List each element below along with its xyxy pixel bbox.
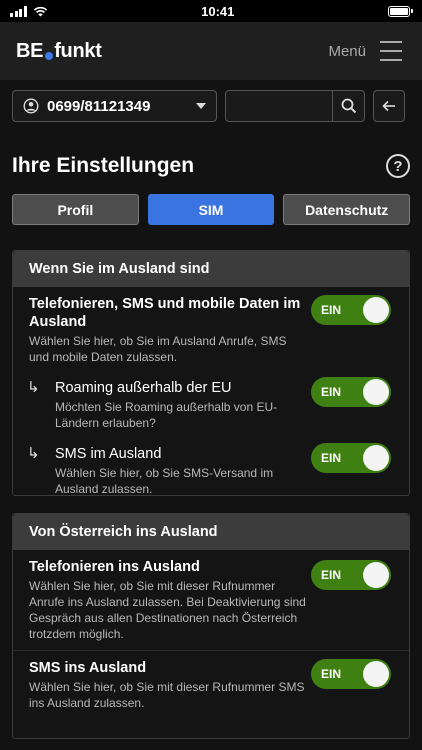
toggle-roaming-non-eu[interactable]: EIN — [311, 377, 391, 407]
toggle-sms-to-abroad[interactable]: EIN — [311, 659, 391, 689]
search-group — [225, 90, 365, 122]
toggle-calls-abroad[interactable]: EIN — [311, 560, 391, 590]
logo-dot — [45, 52, 54, 60]
status-left — [10, 5, 48, 17]
account-toolbar: 0699/81121349 — [12, 90, 410, 122]
setting-roaming-non-eu: ↳ Roaming außerhalb der EU Möchten Sie R… — [13, 375, 409, 435]
signal-icon — [10, 5, 27, 17]
toggle-roaming-all[interactable]: EIN — [311, 295, 391, 325]
hamburger-icon — [380, 41, 402, 61]
setting-title: SMS ins Ausland — [29, 660, 147, 676]
tab-sim[interactable]: SIM — [147, 194, 275, 225]
back-button[interactable] — [373, 90, 405, 122]
setting-roaming-all: Telefonieren, SMS und mobile Daten im Au… — [13, 287, 409, 373]
setting-description: Möchten Sie Roaming außerhalb von EU-Län… — [55, 400, 278, 430]
battery-icon — [388, 5, 413, 17]
section-austria-abroad: Von Österreich ins Ausland Telefonieren … — [12, 513, 410, 739]
arrow-left-icon — [382, 100, 395, 112]
setting-title: SMS im Ausland — [55, 446, 162, 462]
help-icon[interactable]: ? — [386, 154, 410, 178]
toggle-label: EIN — [321, 385, 342, 399]
toggle-knob — [363, 379, 389, 405]
tab-datenschutz[interactable]: Datenschutz — [283, 194, 411, 225]
toggle-knob — [363, 562, 389, 588]
caret-down-icon — [196, 103, 206, 109]
status-time: 10:41 — [201, 3, 235, 19]
setting-description: Wählen Sie hier, ob Sie SMS-Versand im A… — [55, 466, 274, 496]
toggle-label: EIN — [321, 303, 342, 317]
setting-sms-to-abroad: SMS ins Ausland Wählen Sie hier, ob Sie … — [13, 650, 409, 719]
title-row: Ihre Einstellungen ? — [12, 150, 410, 182]
search-input[interactable] — [226, 91, 332, 121]
toggle-knob — [363, 661, 389, 687]
setting-calls-abroad: Telefonieren ins Ausland Wählen Sie hier… — [13, 550, 409, 650]
toggle-label: EIN — [321, 667, 342, 681]
section-title: Wenn Sie im Ausland sind — [13, 251, 409, 287]
tab-profil[interactable]: Profil — [12, 194, 139, 225]
logo-text-funkt: funkt — [54, 39, 102, 62]
section-title: Von Österreich ins Ausland — [13, 514, 409, 550]
setting-description: Wählen Sie hier, ob Sie mit dieser Rufnu… — [29, 680, 305, 710]
toggle-knob — [363, 297, 389, 323]
sub-arrow-icon: ↳ — [27, 379, 40, 396]
toggle-sms-abroad[interactable]: EIN — [311, 443, 391, 473]
setting-sms-abroad: ↳ SMS im Ausland Wählen Sie hier, ob Sie… — [13, 441, 409, 501]
section-abroad: Wenn Sie im Ausland sind Telefonieren, S… — [12, 250, 410, 496]
phone-number-select[interactable]: 0699/81121349 — [12, 90, 217, 122]
sub-arrow-icon: ↳ — [27, 445, 40, 462]
setting-title: Telefonieren, SMS und mobile Daten im Au… — [29, 296, 301, 330]
toggle-label: EIN — [321, 451, 342, 465]
toggle-label: EIN — [321, 568, 342, 582]
phone-number: 0699/81121349 — [47, 97, 151, 115]
settings-tabs: Profil SIM Datenschutz — [12, 194, 411, 225]
setting-description: Wählen Sie hier, ob Sie mit dieser Rufnu… — [29, 579, 306, 641]
brand-logo[interactable]: BE funkt — [16, 40, 102, 63]
user-circle-icon — [23, 98, 39, 114]
toggle-knob — [363, 445, 389, 471]
search-icon — [341, 98, 356, 114]
status-bar: 10:41 — [0, 0, 422, 22]
wifi-icon — [33, 6, 47, 16]
menu-button[interactable]: Menü — [328, 41, 402, 61]
search-button[interactable] — [332, 91, 364, 121]
setting-title: Roaming außerhalb der EU — [55, 380, 232, 396]
app-header: BE funkt Menü — [0, 22, 422, 80]
setting-description: Wählen Sie hier, ob Sie im Ausland Anruf… — [29, 334, 287, 364]
page-title: Ihre Einstellungen — [12, 154, 195, 177]
menu-label: Menü — [328, 42, 366, 60]
setting-title: Telefonieren ins Ausland — [29, 559, 200, 575]
logo-text-be: BE — [16, 39, 44, 62]
